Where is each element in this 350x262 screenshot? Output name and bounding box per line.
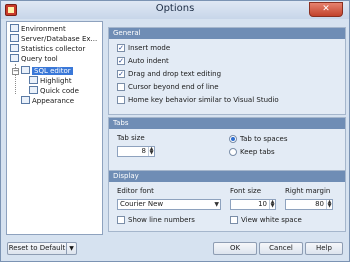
- checkbox-label: Cursor beyond end of line: [128, 83, 219, 91]
- checkbox-label: Show line numbers: [128, 216, 195, 224]
- insert-mode-checkbox[interactable]: ✓ Insert mode: [117, 43, 170, 53]
- auto-indent-checkbox[interactable]: ✓ Auto indent: [117, 56, 169, 66]
- view-white-space-checkbox[interactable]: View white space: [230, 215, 302, 225]
- general-panel-header: General: [109, 28, 345, 39]
- home-key-vs-checkbox[interactable]: Home key behavior similar to Visual Stud…: [117, 95, 279, 105]
- query-tool-icon: [10, 54, 19, 62]
- title-bar[interactable]: Options ✕: [1, 1, 349, 19]
- radio-unselected-icon: [229, 148, 237, 156]
- editor-font-select[interactable]: Courier New ▼: [117, 199, 221, 210]
- checkbox-checked-icon: ✓: [117, 70, 125, 78]
- keep-tabs-radio[interactable]: Keep tabs: [229, 147, 275, 157]
- cursor-beyond-eol-checkbox[interactable]: Cursor beyond end of line: [117, 82, 219, 92]
- checkbox-checked-icon: ✓: [117, 44, 125, 52]
- checkbox-label: Home key behavior similar to Visual Stud…: [128, 96, 279, 104]
- font-size-value[interactable]: 10: [231, 200, 269, 209]
- right-margin-label: Right margin: [285, 187, 331, 195]
- options-window: Options ✕ Environment Server/Database Ex…: [0, 0, 350, 262]
- checkbox-unchecked-icon: [230, 216, 238, 224]
- tab-size-stepper[interactable]: 8 ▲ ▼: [117, 146, 155, 157]
- sql-editor-icon: [21, 66, 30, 74]
- tree-item-label: Quick code: [40, 87, 79, 95]
- show-line-numbers-checkbox[interactable]: Show line numbers: [117, 215, 195, 225]
- tree-item-label: Environment: [21, 25, 66, 33]
- checkbox-label: Drag and drop text editing: [128, 70, 222, 78]
- radio-label: Tab to spaces: [240, 135, 288, 143]
- tree-item-label: Appearance: [32, 97, 75, 105]
- checkbox-label: Auto indent: [128, 57, 169, 65]
- tree-item-quick-code[interactable]: Quick code: [29, 86, 79, 96]
- tree-item-server-database[interactable]: Server/Database Ex...: [10, 34, 97, 44]
- checkbox-unchecked-icon: [117, 216, 125, 224]
- checkbox-label: View white space: [241, 216, 302, 224]
- reset-to-default-button[interactable]: Reset to Default ▼: [7, 242, 77, 255]
- checkbox-checked-icon: ✓: [117, 57, 125, 65]
- collapse-expander-icon[interactable]: −: [12, 68, 19, 75]
- help-button[interactable]: Help: [305, 242, 343, 255]
- tree-item-label: Query tool: [21, 55, 58, 63]
- chevron-down-icon[interactable]: ▼: [66, 243, 76, 254]
- tree-item-query-tool[interactable]: Query tool: [10, 54, 58, 64]
- tree-item-statistics-collector[interactable]: Statistics collector: [10, 44, 85, 54]
- checkbox-unchecked-icon: [117, 96, 125, 104]
- options-tree[interactable]: Environment Server/Database Ex... Statis…: [6, 21, 103, 235]
- cancel-button[interactable]: Cancel: [259, 242, 303, 255]
- tab-size-label: Tab size: [117, 134, 145, 142]
- radio-selected-icon: [229, 135, 237, 143]
- drag-drop-editing-checkbox[interactable]: ✓ Drag and drop text editing: [117, 69, 221, 79]
- options-client-area: Environment Server/Database Ex... Statis…: [6, 21, 346, 235]
- tabs-panel-header: Tabs: [109, 118, 345, 129]
- chevron-down-icon: ▼: [214, 201, 219, 208]
- server-database-icon: [10, 34, 19, 42]
- editor-font-label: Editor font: [117, 187, 154, 195]
- tree-item-label: Highlight: [40, 77, 72, 85]
- tab-size-value[interactable]: 8: [118, 147, 148, 156]
- checkbox-unchecked-icon: [117, 83, 125, 91]
- quick-code-icon: [29, 86, 38, 94]
- window-title: Options: [155, 3, 195, 14]
- tree-item-label: SQL editor: [32, 67, 73, 75]
- close-button[interactable]: ✕: [309, 2, 343, 17]
- right-margin-stepper[interactable]: 80 ▲ ▼: [285, 199, 333, 210]
- editor-font-value: Courier New: [120, 200, 164, 208]
- checkbox-label: Insert mode: [128, 44, 171, 52]
- highlight-icon: [29, 76, 38, 84]
- tab-to-spaces-radio[interactable]: Tab to spaces: [229, 134, 288, 144]
- font-size-label: Font size: [230, 187, 262, 195]
- tree-item-appearance[interactable]: Appearance: [21, 96, 74, 106]
- general-panel: General ✓ Insert mode ✓ Auto indent ✓ Drag …: [108, 27, 346, 115]
- tree-item-highlight[interactable]: Highlight: [29, 76, 72, 86]
- font-size-stepper[interactable]: 10 ▲ ▼: [230, 199, 276, 210]
- tree-item-label: Server/Database Ex...: [21, 35, 98, 43]
- radio-label: Keep tabs: [240, 148, 275, 156]
- right-margin-value[interactable]: 80: [286, 200, 326, 209]
- tree-item-environment[interactable]: Environment: [10, 24, 66, 34]
- spin-arrows-icon[interactable]: ▲ ▼: [326, 200, 332, 209]
- appearance-icon: [21, 96, 30, 104]
- tree-item-sql-editor[interactable]: SQL editor: [21, 66, 73, 76]
- ok-button[interactable]: OK: [213, 242, 257, 255]
- spin-arrows-icon[interactable]: ▲ ▼: [269, 200, 275, 209]
- spin-arrows-icon[interactable]: ▲ ▼: [148, 147, 154, 156]
- environment-icon: [10, 24, 19, 32]
- statistics-icon: [10, 44, 19, 52]
- tree-item-label: Statistics collector: [21, 45, 86, 53]
- display-panel-header: Display: [109, 171, 345, 182]
- display-panel: Display Editor font Courier New ▼ Font s…: [108, 170, 346, 232]
